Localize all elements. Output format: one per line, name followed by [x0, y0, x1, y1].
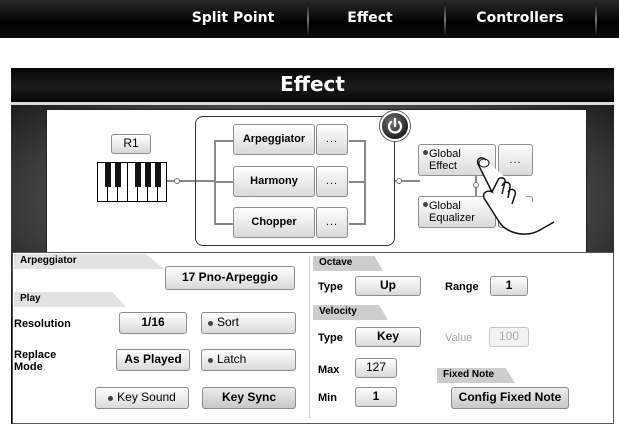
sort-led-icon: [208, 320, 213, 326]
fixed-note-header: Fixed Note: [437, 368, 515, 383]
min-value[interactable]: 1: [355, 387, 397, 407]
velocity-type-value[interactable]: Key: [355, 327, 421, 347]
latch-led-icon: [208, 357, 213, 363]
arpeggiator-button[interactable]: Arpeggiator: [233, 124, 315, 155]
pointing-hand-icon: [476, 157, 555, 235]
keyboard-part-button[interactable]: R1: [111, 134, 151, 154]
tab-separator: [444, 3, 446, 35]
octave-header: Octave: [313, 256, 383, 271]
tab-bar: Split Point Effect Controllers: [0, 0, 619, 38]
section-divider: [309, 256, 310, 418]
chopper-button[interactable]: Chopper: [233, 207, 315, 238]
key-sync-button[interactable]: Key Sync: [202, 387, 296, 409]
max-label: Max: [318, 364, 340, 376]
velocity-value-label: Value: [445, 332, 473, 344]
global-effect-led-icon: [423, 150, 428, 155]
key-sound-label: Key Sound: [117, 390, 176, 405]
resolution-value[interactable]: 1/16: [119, 312, 187, 334]
connector-line: [349, 223, 365, 225]
tab-effect[interactable]: Effect: [310, 0, 430, 38]
velocity-type-label: Type: [318, 332, 343, 344]
replace-mode-label: Replace Mode: [14, 349, 57, 374]
connector-node: [396, 178, 402, 184]
replace-mode-value[interactable]: As Played: [116, 349, 190, 371]
connector-line: [349, 140, 365, 142]
sort-toggle[interactable]: Sort: [201, 312, 296, 334]
chopper-more-button[interactable]: ...: [316, 207, 348, 238]
key-sound-toggle[interactable]: Key Sound: [95, 387, 189, 409]
global-equalizer-led-icon: [423, 202, 428, 207]
range-label: Range: [445, 281, 479, 293]
connector-line: [364, 140, 366, 225]
latch-toggle[interactable]: Latch: [201, 349, 296, 371]
sort-label: Sort: [217, 315, 240, 330]
tab-separator: [307, 3, 309, 35]
key-sound-led-icon: [108, 395, 114, 401]
octave-type-label: Type: [318, 281, 343, 293]
play-header: Play: [14, 292, 126, 307]
harmony-button[interactable]: Harmony: [233, 166, 315, 197]
tab-split-point[interactable]: Split Point: [168, 0, 298, 38]
connector-line: [349, 181, 365, 183]
connector-node: [174, 178, 180, 184]
velocity-value-field: 100: [489, 327, 529, 347]
panel-title: Effect: [11, 68, 614, 102]
arpeggiator-header: Arpeggiator: [14, 254, 164, 269]
arpeggio-preset-button[interactable]: 17 Pno-Arpeggio: [165, 266, 295, 290]
min-label: Min: [318, 392, 337, 404]
connector-line: [167, 180, 194, 182]
resolution-label: Resolution: [14, 318, 71, 330]
global-effect-label: Global Effect: [429, 147, 461, 172]
max-value[interactable]: 127: [355, 358, 397, 378]
arpeggiator-more-button[interactable]: ...: [316, 124, 348, 155]
power-icon[interactable]: [380, 111, 410, 141]
tab-separator: [595, 3, 597, 35]
octave-type-value[interactable]: Up: [355, 276, 421, 296]
latch-label: Latch: [217, 352, 247, 367]
config-fixed-note-button[interactable]: Config Fixed Note: [451, 387, 569, 409]
velocity-header: Velocity: [313, 305, 388, 320]
harmony-more-button[interactable]: ...: [316, 166, 348, 197]
range-value[interactable]: 1: [490, 276, 528, 296]
keyboard-icon: [97, 162, 167, 202]
tab-controllers[interactable]: Controllers: [450, 0, 590, 38]
